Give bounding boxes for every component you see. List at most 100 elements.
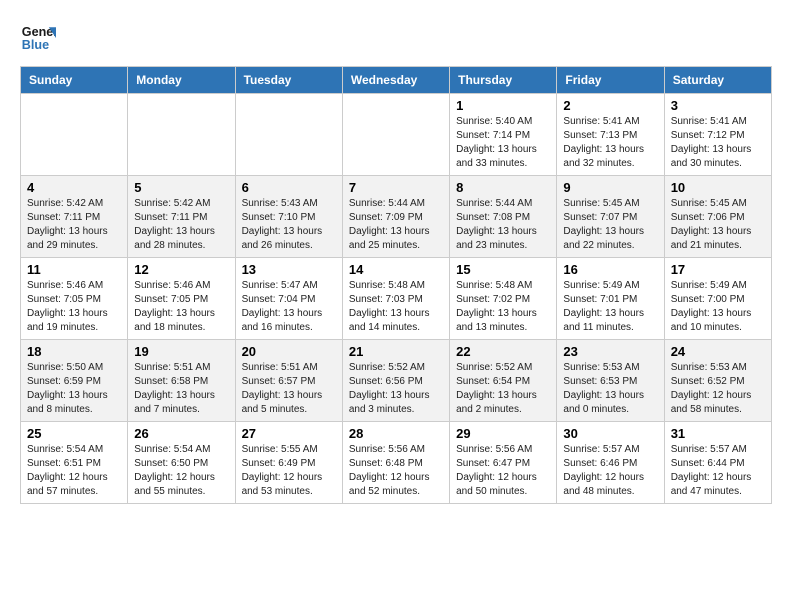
day-number: 28 [349, 426, 443, 441]
day-info: Sunrise: 5:53 AM Sunset: 6:53 PM Dayligh… [563, 361, 657, 417]
day-cell: 28 Sunrise: 5:56 AM Sunset: 6:48 PM Dayli… [342, 422, 449, 504]
day-cell: 4 Sunrise: 5:42 AM Sunset: 7:11 PM Daylig… [21, 176, 128, 258]
day-info: Sunrise: 5:48 AM Sunset: 7:03 PM Dayligh… [349, 279, 443, 335]
day-cell: 11 Sunrise: 5:46 AM Sunset: 7:05 PM Dayli… [21, 258, 128, 340]
day-number: 11 [27, 262, 121, 277]
week-row-3: 11 Sunrise: 5:46 AM Sunset: 7:05 PM Dayli… [21, 258, 772, 340]
day-info: Sunrise: 5:42 AM Sunset: 7:11 PM Dayligh… [27, 197, 121, 253]
day-cell: 13 Sunrise: 5:47 AM Sunset: 7:04 PM Dayli… [235, 258, 342, 340]
svg-text:Blue: Blue [22, 38, 49, 52]
day-number: 1 [456, 98, 550, 113]
week-row-1: 1 Sunrise: 5:40 AM Sunset: 7:14 PM Daylig… [21, 94, 772, 176]
day-number: 25 [27, 426, 121, 441]
day-cell [128, 94, 235, 176]
day-number: 30 [563, 426, 657, 441]
day-cell: 3 Sunrise: 5:41 AM Sunset: 7:12 PM Daylig… [664, 94, 771, 176]
day-cell: 16Sunrise: 5:49 AM Sunset: 7:01 PM Dayli… [557, 258, 664, 340]
day-number: 31 [671, 426, 765, 441]
day-number: 13 [242, 262, 336, 277]
day-cell: 23 Sunrise: 5:53 AM Sunset: 6:53 PM Dayli… [557, 340, 664, 422]
day-info: Sunrise: 5:41 AM Sunset: 7:13 PM Dayligh… [563, 115, 657, 171]
day-number: 22 [456, 344, 550, 359]
day-number: 10 [671, 180, 765, 195]
calendar-table: SundayMondayTuesdayWednesdayThursdayFrid… [20, 66, 772, 504]
weekday-header-monday: Monday [128, 67, 235, 94]
weekday-header-wednesday: Wednesday [342, 67, 449, 94]
day-cell: 6Sunrise: 5:43 AM Sunset: 7:10 PM Daylig… [235, 176, 342, 258]
day-info: Sunrise: 5:51 AM Sunset: 6:57 PM Dayligh… [242, 361, 336, 417]
day-info: Sunrise: 5:41 AM Sunset: 7:12 PM Dayligh… [671, 115, 765, 171]
logo: General Blue [20, 20, 56, 56]
day-cell: 15Sunrise: 5:48 AM Sunset: 7:02 PM Dayli… [450, 258, 557, 340]
day-number: 23 [563, 344, 657, 359]
day-info: Sunrise: 5:57 AM Sunset: 6:44 PM Dayligh… [671, 443, 765, 499]
day-info: Sunrise: 5:54 AM Sunset: 6:50 PM Dayligh… [134, 443, 228, 499]
day-info: Sunrise: 5:54 AM Sunset: 6:51 PM Dayligh… [27, 443, 121, 499]
day-number: 7 [349, 180, 443, 195]
day-number: 4 [27, 180, 121, 195]
day-cell: 21 Sunrise: 5:52 AM Sunset: 6:56 PM Dayli… [342, 340, 449, 422]
day-cell: 17 Sunrise: 5:49 AM Sunset: 7:00 PM Dayli… [664, 258, 771, 340]
day-cell: 1 Sunrise: 5:40 AM Sunset: 7:14 PM Daylig… [450, 94, 557, 176]
weekday-header-tuesday: Tuesday [235, 67, 342, 94]
day-number: 2 [563, 98, 657, 113]
day-cell: 22 Sunrise: 5:52 AM Sunset: 6:54 PM Dayli… [450, 340, 557, 422]
day-cell: 27 Sunrise: 5:55 AM Sunset: 6:49 PM Dayli… [235, 422, 342, 504]
day-cell: 8Sunrise: 5:44 AM Sunset: 7:08 PM Daylig… [450, 176, 557, 258]
day-info: Sunrise: 5:55 AM Sunset: 6:49 PM Dayligh… [242, 443, 336, 499]
day-cell [342, 94, 449, 176]
day-info: Sunrise: 5:40 AM Sunset: 7:14 PM Dayligh… [456, 115, 550, 171]
day-info: Sunrise: 5:56 AM Sunset: 6:47 PM Dayligh… [456, 443, 550, 499]
day-number: 15 [456, 262, 550, 277]
day-cell: 26 Sunrise: 5:54 AM Sunset: 6:50 PM Dayli… [128, 422, 235, 504]
day-cell: 2 Sunrise: 5:41 AM Sunset: 7:13 PM Daylig… [557, 94, 664, 176]
day-number: 14 [349, 262, 443, 277]
day-cell [235, 94, 342, 176]
day-cell: 12 Sunrise: 5:46 AM Sunset: 7:05 PM Dayli… [128, 258, 235, 340]
day-info: Sunrise: 5:51 AM Sunset: 6:58 PM Dayligh… [134, 361, 228, 417]
day-number: 17 [671, 262, 765, 277]
weekday-header-row: SundayMondayTuesdayWednesdayThursdayFrid… [21, 67, 772, 94]
week-row-2: 4 Sunrise: 5:42 AM Sunset: 7:11 PM Daylig… [21, 176, 772, 258]
day-number: 24 [671, 344, 765, 359]
day-number: 21 [349, 344, 443, 359]
day-number: 6 [242, 180, 336, 195]
day-info: Sunrise: 5:45 AM Sunset: 7:06 PM Dayligh… [671, 197, 765, 253]
day-cell: 20 Sunrise: 5:51 AM Sunset: 6:57 PM Dayli… [235, 340, 342, 422]
day-number: 12 [134, 262, 228, 277]
day-number: 5 [134, 180, 228, 195]
day-number: 18 [27, 344, 121, 359]
day-info: Sunrise: 5:56 AM Sunset: 6:48 PM Dayligh… [349, 443, 443, 499]
day-number: 29 [456, 426, 550, 441]
day-cell: 29 Sunrise: 5:56 AM Sunset: 6:47 PM Dayli… [450, 422, 557, 504]
day-info: Sunrise: 5:42 AM Sunset: 7:11 PM Dayligh… [134, 197, 228, 253]
weekday-header-sunday: Sunday [21, 67, 128, 94]
day-number: 27 [242, 426, 336, 441]
day-number: 8 [456, 180, 550, 195]
day-cell: 18Sunrise: 5:50 AM Sunset: 6:59 PM Dayli… [21, 340, 128, 422]
day-cell: 5 Sunrise: 5:42 AM Sunset: 7:11 PM Daylig… [128, 176, 235, 258]
day-info: Sunrise: 5:45 AM Sunset: 7:07 PM Dayligh… [563, 197, 657, 253]
day-info: Sunrise: 5:52 AM Sunset: 6:56 PM Dayligh… [349, 361, 443, 417]
page-header: General Blue [20, 20, 772, 56]
weekday-header-thursday: Thursday [450, 67, 557, 94]
day-cell: 31 Sunrise: 5:57 AM Sunset: 6:44 PM Dayli… [664, 422, 771, 504]
day-cell: 24Sunrise: 5:53 AM Sunset: 6:52 PM Dayli… [664, 340, 771, 422]
day-cell: 9Sunrise: 5:45 AM Sunset: 7:07 PM Daylig… [557, 176, 664, 258]
day-cell: 30Sunrise: 5:57 AM Sunset: 6:46 PM Dayli… [557, 422, 664, 504]
day-info: Sunrise: 5:52 AM Sunset: 6:54 PM Dayligh… [456, 361, 550, 417]
day-cell: 10 Sunrise: 5:45 AM Sunset: 7:06 PM Dayli… [664, 176, 771, 258]
day-info: Sunrise: 5:46 AM Sunset: 7:05 PM Dayligh… [27, 279, 121, 335]
day-number: 20 [242, 344, 336, 359]
day-cell: 14 Sunrise: 5:48 AM Sunset: 7:03 PM Dayli… [342, 258, 449, 340]
day-number: 3 [671, 98, 765, 113]
weekday-header-friday: Friday [557, 67, 664, 94]
day-info: Sunrise: 5:47 AM Sunset: 7:04 PM Dayligh… [242, 279, 336, 335]
day-info: Sunrise: 5:49 AM Sunset: 7:00 PM Dayligh… [671, 279, 765, 335]
day-info: Sunrise: 5:46 AM Sunset: 7:05 PM Dayligh… [134, 279, 228, 335]
day-number: 16 [563, 262, 657, 277]
weekday-header-saturday: Saturday [664, 67, 771, 94]
day-cell: 19Sunrise: 5:51 AM Sunset: 6:58 PM Dayli… [128, 340, 235, 422]
day-number: 26 [134, 426, 228, 441]
day-info: Sunrise: 5:44 AM Sunset: 7:09 PM Dayligh… [349, 197, 443, 253]
